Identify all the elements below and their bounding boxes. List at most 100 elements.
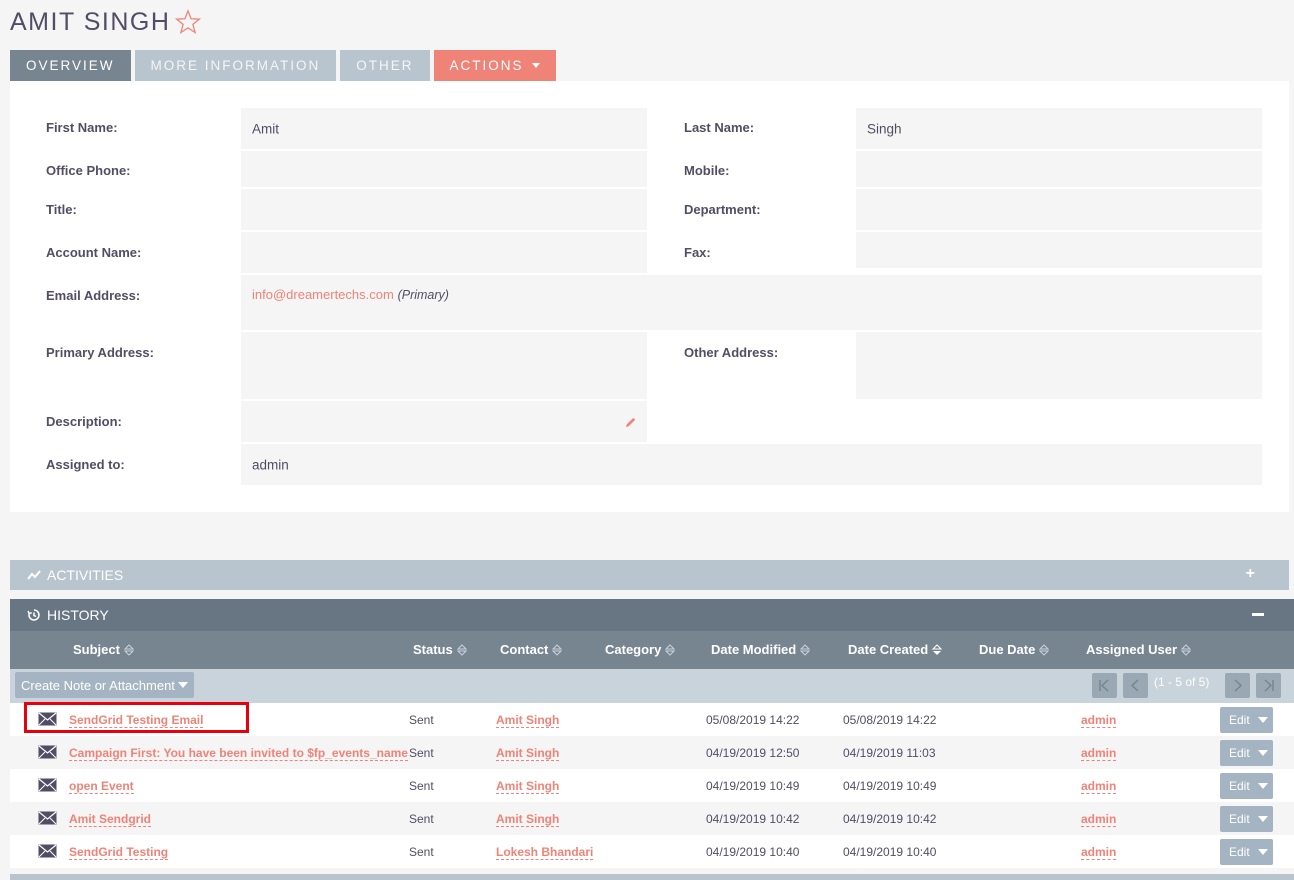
col-category[interactable]: Category <box>605 642 676 657</box>
contact-link[interactable]: Amit Singh <box>496 713 560 728</box>
col-contact[interactable]: Contact <box>500 642 563 657</box>
caret-down-icon <box>1257 717 1268 723</box>
sort-desc-icon <box>932 643 943 655</box>
sort-icon <box>665 643 676 656</box>
col-date-created[interactable]: Date Created <box>848 642 943 657</box>
fax-label: Fax: <box>684 245 711 260</box>
status-cell: Sent <box>409 746 434 760</box>
department-field[interactable] <box>856 189 1262 230</box>
detail-panel: First Name: Amit Last Name: Singh Office… <box>10 81 1289 512</box>
pagination-info: (1 - 5 of 5) <box>1154 675 1210 689</box>
contact-link[interactable]: Amit Singh <box>496 779 560 794</box>
primary-address-label: Primary Address: <box>46 345 154 360</box>
sort-icon <box>123 643 134 656</box>
star-outline-icon[interactable] <box>174 8 202 36</box>
col-date-modified-label: Date Modified <box>711 642 797 657</box>
subject-link[interactable]: SendGrid Testing <box>69 845 169 860</box>
col-subject-label: Subject <box>73 642 120 657</box>
email-link[interactable]: info@dreamertechs.com <box>252 287 394 302</box>
title-field[interactable] <box>241 189 647 230</box>
tab-overview[interactable]: OVERVIEW <box>10 50 131 81</box>
pencil-icon[interactable] <box>624 416 637 429</box>
date-created-cell: 04/19/2019 11:03 <box>843 746 936 760</box>
date-modified-cell: 04/19/2019 12:50 <box>706 746 800 760</box>
edit-button[interactable]: Edit <box>1220 773 1273 799</box>
assigned-to-value: admin <box>252 457 289 472</box>
col-subject[interactable]: Subject <box>73 642 134 657</box>
date-created-cell: 04/19/2019 10:42 <box>843 812 937 826</box>
date-modified-cell: 04/19/2019 10:40 <box>706 845 800 859</box>
assigned-user-link[interactable]: admin <box>1081 812 1117 827</box>
subject-link[interactable]: Campaign First: You have been invited to… <box>69 746 408 761</box>
caret-down-icon <box>1257 750 1268 756</box>
title-label: Title: <box>46 202 77 217</box>
collapse-minus-icon[interactable] <box>1252 613 1264 616</box>
first-name-label: First Name: <box>46 120 118 135</box>
activities-subpanel-header[interactable]: ACTIVITIES + <box>10 560 1289 590</box>
assigned-user-link[interactable]: admin <box>1081 779 1117 794</box>
assigned-user-link[interactable]: admin <box>1081 845 1117 860</box>
caret-down-icon <box>1257 816 1268 822</box>
account-name-field[interactable] <box>241 232 647 273</box>
first-page-button[interactable] <box>1092 673 1117 698</box>
status-cell: Sent <box>409 812 434 826</box>
contact-link[interactable]: Lokesh Bhandari <box>496 845 594 860</box>
sort-icon <box>800 643 811 656</box>
contact-link[interactable]: Amit Singh <box>496 746 560 761</box>
first-name-field[interactable]: Amit <box>241 108 647 149</box>
last-name-value: Singh <box>867 121 902 136</box>
assigned-user-link[interactable]: admin <box>1081 746 1117 761</box>
edit-button[interactable]: Edit <box>1220 740 1273 766</box>
description-field[interactable] <box>241 401 647 442</box>
mobile-field[interactable] <box>856 151 1262 187</box>
edit-label: Edit <box>1229 746 1250 760</box>
tab-actions[interactable]: ACTIONS <box>433 50 556 81</box>
col-assigned-user[interactable]: Assigned User <box>1086 642 1192 657</box>
assigned-to-field[interactable]: admin <box>241 444 1262 485</box>
tab-more-information[interactable]: MORE INFORMATION <box>134 50 337 81</box>
subject-link[interactable]: open Event <box>69 779 134 794</box>
mobile-label: Mobile: <box>684 163 730 178</box>
history-table-header: Subject Status Contact Category Date Mod… <box>10 631 1294 669</box>
edit-label: Edit <box>1229 779 1250 793</box>
edit-button[interactable]: Edit <box>1220 839 1273 865</box>
pagination-bar: Create Note or Attachment (1 - 5 of 5) <box>10 669 1294 703</box>
fax-field[interactable] <box>856 232 1262 268</box>
col-assigned-user-label: Assigned User <box>1086 642 1178 657</box>
history-subpanel-header[interactable]: HISTORY <box>10 599 1294 631</box>
status-cell: Sent <box>409 713 434 727</box>
prev-page-button[interactable] <box>1123 673 1148 698</box>
last-name-field[interactable]: Singh <box>856 108 1262 149</box>
create-note-button[interactable]: Create Note or Attachment <box>15 672 194 698</box>
last-name-label: Last Name: <box>684 120 755 135</box>
edit-button[interactable]: Edit <box>1220 806 1273 832</box>
subject-link[interactable]: Amit Sendgrid <box>69 812 152 827</box>
edit-button[interactable]: Edit <box>1220 707 1273 733</box>
edit-label: Edit <box>1229 845 1250 859</box>
caret-down-icon <box>1257 783 1268 789</box>
col-category-label: Category <box>605 642 662 657</box>
col-date-modified[interactable]: Date Modified <box>711 642 811 657</box>
assigned-user-link[interactable]: admin <box>1081 713 1117 728</box>
table-row: open Event Sent Amit Singh 04/19/2019 10… <box>10 769 1294 802</box>
col-status[interactable]: Status <box>413 642 467 657</box>
col-due-date[interactable]: Due Date <box>979 642 1050 657</box>
tab-other[interactable]: OTHER <box>340 50 430 81</box>
date-created-cell: 04/19/2019 10:40 <box>843 845 937 859</box>
office-phone-field[interactable] <box>241 151 647 187</box>
email-field: info@dreamertechs.com (Primary) <box>241 275 1262 330</box>
other-address-field[interactable] <box>856 332 1262 399</box>
activity-chart-icon <box>27 570 41 580</box>
sort-icon <box>552 643 563 656</box>
email-envelope-icon <box>38 778 57 792</box>
edit-label: Edit <box>1229 812 1250 826</box>
next-page-button[interactable] <box>1225 673 1250 698</box>
last-page-button[interactable] <box>1256 673 1281 698</box>
detail-tabs: OVERVIEW MORE INFORMATION OTHER ACTIONS <box>10 50 560 82</box>
expand-plus-icon[interactable]: + <box>1246 565 1255 583</box>
edit-label: Edit <box>1229 713 1250 727</box>
primary-address-field[interactable] <box>241 332 647 399</box>
first-name-value: Amit <box>252 121 279 136</box>
col-due-date-label: Due Date <box>979 642 1036 657</box>
contact-link[interactable]: Amit Singh <box>496 812 560 827</box>
